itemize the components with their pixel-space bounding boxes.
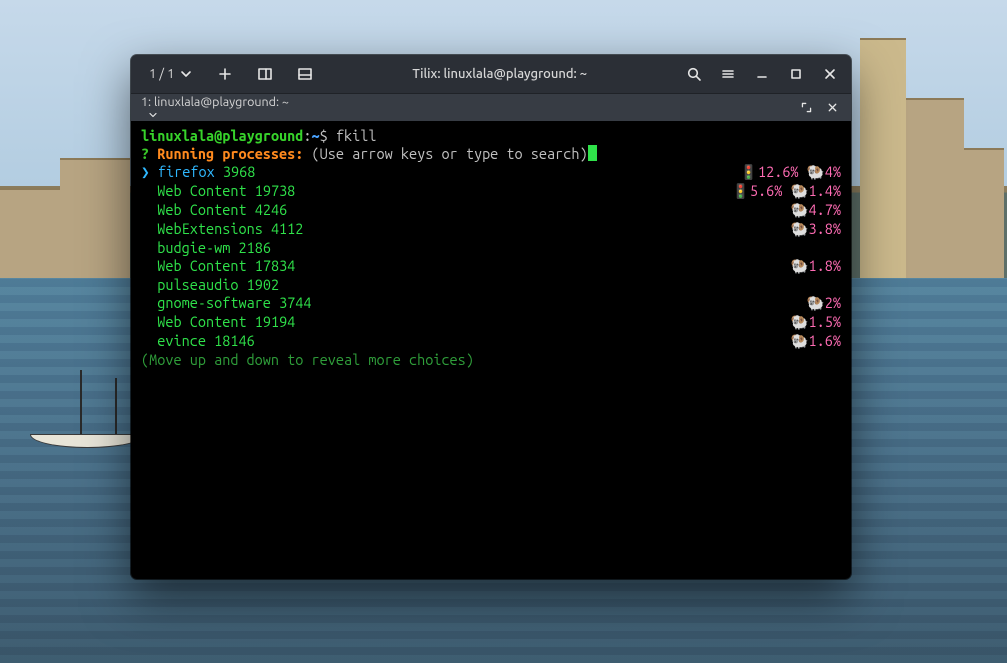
process-row[interactable]: ❯ firefox 3968🚦12.6% 🐏4% (141, 163, 841, 182)
session-switcher[interactable]: 1 / 1 (141, 61, 202, 87)
window-titlebar[interactable]: 1 / 1 Tilix: linuxlala@playground: ~ (131, 55, 851, 93)
terminal-tab-label: 1: linuxlala@playground: ~ (141, 95, 289, 109)
plus-icon (217, 66, 233, 82)
chevron-down-icon (178, 66, 194, 82)
process-row[interactable]: evince 18146🐏1.6% (141, 332, 841, 351)
close-icon (826, 101, 839, 114)
maximize-button[interactable] (779, 55, 813, 93)
close-icon (822, 66, 838, 82)
hamburger-menu-button[interactable] (711, 55, 745, 93)
process-row[interactable]: pulseaudio 1902 (141, 276, 841, 294)
process-row[interactable]: Web Content 4246🐏4.7% (141, 201, 841, 220)
session-counter: 1 / 1 (149, 67, 174, 81)
process-row[interactable]: gnome-software 3744🐏2% (141, 294, 841, 313)
split-down-button[interactable] (288, 55, 322, 93)
process-row[interactable]: WebExtensions 4112🐏3.8% (141, 220, 841, 239)
search-icon (686, 66, 702, 82)
process-row[interactable]: Web Content 19738🚦5.6% 🐏1.4% (141, 182, 841, 201)
split-right-button[interactable] (248, 55, 282, 93)
terminal-window: 1 / 1 Tilix: linuxlala@playground: ~ (131, 55, 851, 579)
tab-close-button[interactable] (819, 94, 845, 122)
chevron-down-icon (147, 109, 159, 121)
maximize-icon (788, 66, 804, 82)
search-button[interactable] (677, 55, 711, 93)
fkill-footer: (Move up and down to reveal more choices… (141, 351, 841, 369)
split-right-icon (257, 66, 273, 82)
terminal-tab[interactable]: 1: linuxlala@playground: ~ (141, 95, 289, 121)
close-button[interactable] (813, 55, 847, 93)
hamburger-icon (720, 66, 736, 82)
terminal-tabbar: 1: linuxlala@playground: ~ (131, 93, 851, 121)
tab-fullscreen-button[interactable] (793, 94, 819, 122)
expand-icon (800, 101, 813, 114)
process-row[interactable]: Web Content 17834🐏1.8% (141, 257, 841, 276)
process-row[interactable]: budgie-wm 2186 (141, 239, 841, 257)
window-title: Tilix: linuxlala@playground: ~ (322, 67, 677, 81)
fkill-header: ? Running processes: (Use arrow keys or … (141, 145, 841, 163)
minimize-icon (754, 66, 770, 82)
split-down-icon (297, 66, 313, 82)
terminal-viewport[interactable]: linuxlala@playground:~$ fkill? Running p… (131, 121, 851, 579)
process-row[interactable]: Web Content 19194🐏1.5% (141, 313, 841, 332)
new-session-button[interactable] (208, 55, 242, 93)
prompt-line: linuxlala@playground:~$ fkill (141, 127, 841, 145)
minimize-button[interactable] (745, 55, 779, 93)
